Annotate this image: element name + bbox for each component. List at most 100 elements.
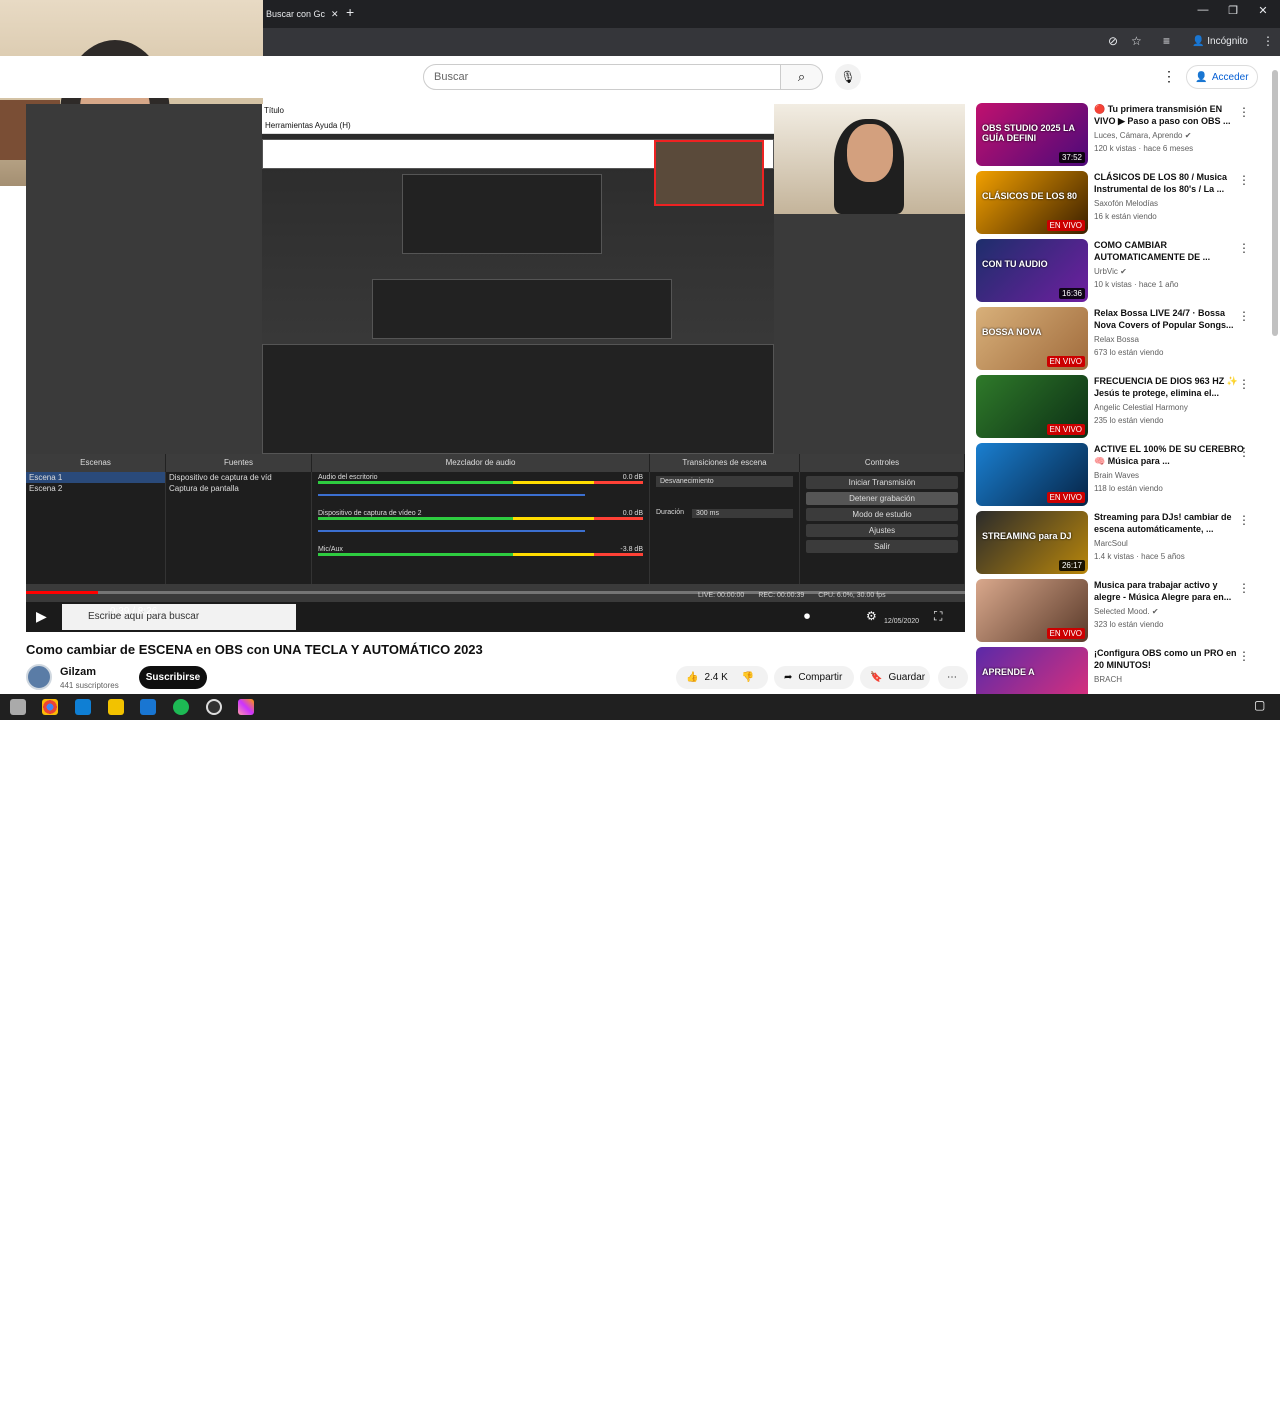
studio-mode-button[interactable]: Modo de estudio [806,508,958,521]
share-button[interactable]: ➦ Compartir [774,666,854,689]
recommended-video[interactable]: EN VIVO FRECUENCIA DE DIOS 963 HZ ✨ Jesú… [976,375,1256,439]
recommended-video[interactable]: EN VIVO ACTIVE EL 100% DE SU CEREBRO 🧠 M… [976,443,1256,507]
transition-select[interactable]: Desvanecimiento [656,476,793,487]
thumbnail-text: CLÁSICOS DE LOS 80 [982,191,1078,201]
recommended-video[interactable]: STREAMING para DJ 26:17 Streaming para D… [976,511,1256,575]
video-thumbnail[interactable]: STREAMING para DJ 26:17 [976,511,1088,574]
more-actions-icon[interactable]: ⋯ [938,666,968,689]
more-options-icon[interactable]: ⋮ [1238,649,1250,663]
close-window-icon[interactable]: ✕ [1248,4,1278,17]
browser-tab[interactable]: Buscar con Gc ✕ [262,2,344,26]
search-icon[interactable]: ⌕ [781,64,823,90]
instagram-icon[interactable] [238,699,254,715]
source-item[interactable]: Dispositivo de captura de víd [166,472,311,483]
more-icon[interactable]: ⋮ [1262,34,1274,48]
obs-icon[interactable] [206,699,222,715]
recommendation-title[interactable]: ¡Configura OBS como un PRO en 20 MINUTOS… [1094,647,1244,671]
recommendation-title[interactable]: ACTIVE EL 100% DE SU CEREBRO 🧠 Música pa… [1094,443,1244,467]
save-button[interactable]: 🔖 Guardar [860,666,930,689]
playlist-icon[interactable]: ≡ [1163,34,1170,48]
video-thumbnail[interactable]: EN VIVO [976,443,1088,506]
mic-icon[interactable]: 🎙 [835,64,861,90]
eye-off-icon[interactable]: ⊘ [1108,34,1118,48]
more-options-icon[interactable]: ⋮ [1238,377,1250,391]
recommendation-channel[interactable]: Brain Waves [1094,471,1139,480]
play-icon[interactable]: ▶ [36,608,47,625]
recommended-video[interactable]: EN VIVO Musica para trabajar activo y al… [976,579,1256,643]
recommendation-channel[interactable]: Luces, Cámara, Aprendo ✔ [1094,131,1191,140]
video-thumbnail[interactable]: OBS STUDIO 2025 LA GUÍA DEFINI 37:52 [976,103,1088,166]
channel-name[interactable]: Gilzam [60,666,96,678]
recommendation-channel[interactable]: BRACH [1094,675,1122,684]
recommendation-channel[interactable]: Angelic Celestial Harmony [1094,403,1188,412]
weather-widget[interactable]: 19°C Prac. despejado [978,1394,1066,1404]
thumbs-down-icon[interactable]: 👎 [742,672,754,683]
fullscreen-icon[interactable]: ⛶ [934,609,942,624]
scene-item[interactable]: Escena 1 [26,472,165,483]
gear-icon[interactable]: ⚙ [866,609,877,623]
settings-button[interactable]: Ajustes [806,524,958,537]
autoplay-toggle-icon[interactable]: ⏺ [804,609,810,624]
volume-slider[interactable] [318,530,585,532]
recommendation-title[interactable]: FRECUENCIA DE DIOS 963 HZ ✨ Jesús te pro… [1094,375,1244,399]
subscribe-button[interactable]: Suscribirse [139,666,207,689]
scrollbar[interactable] [1272,70,1278,336]
recommended-video[interactable]: CON TU AUDIO 16:36 COMO CAMBIAR AUTOMATI… [976,239,1256,303]
recommendation-title[interactable]: CLÁSICOS DE LOS 80 / Musica Instrumental… [1094,171,1244,195]
stop-recording-button[interactable]: Detener grabación [806,492,958,505]
system-clock[interactable]: 06:00 a. m. 15/03/2025 [1200,1391,1240,1411]
recommended-video[interactable]: CLÁSICOS DE LOS 80 EN VIVO CLÁSICOS DE L… [976,171,1256,235]
recommendation-title[interactable]: 🔴 Tu primera transmisión EN VIVO ▶ Paso … [1094,103,1244,127]
video-thumbnail[interactable]: EN VIVO [976,579,1088,642]
recommendation-channel[interactable]: MarcSoul [1094,539,1128,548]
recommended-video[interactable]: BOSSA NOVA EN VIVO Relax Bossa LIVE 24/7… [976,307,1256,371]
close-icon[interactable]: ✕ [331,9,339,20]
edge-icon[interactable] [75,699,91,715]
recommendation-title[interactable]: Relax Bossa LIVE 24/7 · Bossa Nova Cover… [1094,307,1244,331]
scene-item[interactable]: Escena 2 [26,483,165,494]
search-input[interactable]: Buscar [423,64,781,90]
more-options-icon[interactable]: ⋮ [1238,513,1250,527]
maximize-icon[interactable]: ❐ [1218,4,1248,17]
video-player[interactable]: Título Herramientas Ayuda (H) Escenas Fu… [26,104,965,632]
settings-menu-icon[interactable]: ⋮ [1162,68,1176,85]
progress-bar[interactable] [26,591,965,594]
recommendation-title[interactable]: COMO CAMBIAR AUTOMATICAMENTE DE ... [1094,239,1244,263]
more-options-icon[interactable]: ⋮ [1238,173,1250,187]
video-thumbnail[interactable]: EN VIVO [976,375,1088,438]
new-tab-icon[interactable]: + [346,4,354,20]
source-item[interactable]: Captura de pantalla [166,483,311,494]
more-options-icon[interactable]: ⋮ [1238,309,1250,323]
incognito-indicator[interactable]: 👤 Incógnito [1192,36,1248,47]
recommendation-channel[interactable]: Relax Bossa [1094,335,1139,344]
minimize-icon[interactable]: — [1188,4,1218,16]
video-thumbnail[interactable]: CON TU AUDIO 16:36 [976,239,1088,302]
recommendation-title[interactable]: Musica para trabajar activo y alegre - M… [1094,579,1244,603]
recommendation-channel[interactable]: Saxofón Melodías [1094,199,1158,208]
notification-icon[interactable]: ▢ [1254,698,1265,712]
more-options-icon[interactable]: ⋮ [1238,445,1250,459]
recommendation-title[interactable]: Streaming para DJs! cambiar de escena au… [1094,511,1244,535]
spotify-icon[interactable] [173,699,189,715]
start-icon[interactable] [10,699,26,715]
avatar[interactable] [26,664,52,690]
video-thumbnail[interactable]: BOSSA NOVA EN VIVO [976,307,1088,370]
like-count[interactable]: 2.4 K [704,672,727,683]
signin-button[interactable]: 👤 Acceder [1186,65,1258,89]
recommendation-channel[interactable]: Selected Mood. ✔ [1094,607,1159,616]
start-stream-button[interactable]: Iniciar Transmisión [806,476,958,489]
more-options-icon[interactable]: ⋮ [1238,241,1250,255]
folder-icon[interactable] [108,699,124,715]
star-icon[interactable]: ☆ [1131,34,1142,48]
recommended-video[interactable]: OBS STUDIO 2025 LA GUÍA DEFINI 37:52 🔴 T… [976,103,1256,167]
more-options-icon[interactable]: ⋮ [1238,581,1250,595]
exit-button[interactable]: Salir [806,540,958,553]
more-options-icon[interactable]: ⋮ [1238,105,1250,119]
duration-input[interactable]: 300 ms [692,509,793,518]
volume-slider[interactable] [318,494,585,496]
thumbs-up-icon[interactable]: 👍 [686,672,698,683]
video-thumbnail[interactable]: CLÁSICOS DE LOS 80 EN VIVO [976,171,1088,234]
mail-icon[interactable] [140,699,156,715]
recommendation-channel[interactable]: UrbVic ✔ [1094,267,1127,276]
chrome-icon[interactable] [42,699,58,715]
